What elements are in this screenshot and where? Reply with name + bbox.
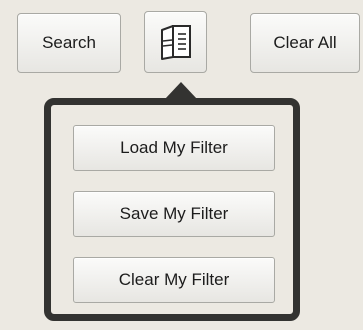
clear-my-filter-button[interactable]: Clear My Filter xyxy=(73,257,275,303)
document-list-icon xyxy=(160,25,191,60)
search-button[interactable]: Search xyxy=(17,13,121,73)
clear-all-button[interactable]: Clear All xyxy=(250,13,360,73)
filter-toolbar-area: Search Clear All Load My Filter Save My … xyxy=(0,0,363,330)
filter-menu-button[interactable] xyxy=(144,11,207,73)
save-my-filter-button[interactable]: Save My Filter xyxy=(73,191,275,237)
popup-pointer xyxy=(165,82,197,99)
load-my-filter-button[interactable]: Load My Filter xyxy=(73,125,275,171)
